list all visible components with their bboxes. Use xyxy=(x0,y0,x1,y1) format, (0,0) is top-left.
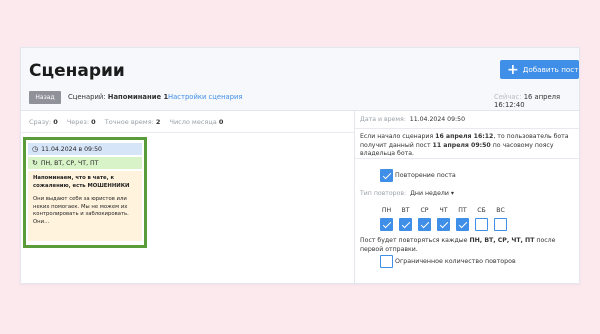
day-checkbox-thu[interactable] xyxy=(437,218,450,231)
stat-after: Через: 0 xyxy=(66,118,96,126)
limit-repeats-checkbox[interactable] xyxy=(380,255,393,268)
scenario-name: Напоминание 1 xyxy=(107,93,169,101)
repeat-icon: ↻ xyxy=(32,159,38,167)
repeat-post-checkbox[interactable] xyxy=(380,169,393,182)
scenario-label: Сценарий: xyxy=(68,93,106,101)
limit-repeats-label: Ограниченное количество повторов xyxy=(395,258,516,265)
chevron-down-icon: ▾ xyxy=(450,190,454,197)
details-date: Дата и время: 11.04.2024 09:50 xyxy=(360,116,466,123)
add-post-label: Добавить пост xyxy=(522,65,579,74)
day-label-sun: ВС xyxy=(496,207,505,214)
plus-icon: + xyxy=(507,61,519,78)
scenarios-card: Сценарии + Добавить пост Назад Сценарий:… xyxy=(20,47,580,285)
stat-exact-time: Точное время: 2 xyxy=(104,118,161,126)
post-preview: Напоминаем, что в чате, к сожалению, ест… xyxy=(28,171,142,241)
stat-immediate: Сразу: 0 xyxy=(29,118,58,126)
day-checkbox-mon[interactable] xyxy=(380,218,393,231)
details-divider-2 xyxy=(355,158,579,159)
page-title: Сценарии xyxy=(29,61,125,81)
day-checkbox-fri[interactable] xyxy=(456,218,469,231)
day-label-tue: ВТ xyxy=(401,207,410,214)
stats-bar: Сразу: 0 Через: 0 Точное время: 2 Число … xyxy=(29,118,223,126)
repeat-post-label: Повторение поста xyxy=(395,172,456,179)
details-info: Если начало сценария 16 апреля 16:12, то… xyxy=(360,133,569,157)
repeat-type-select[interactable]: Тип повторов: Дни недели ▾ xyxy=(360,190,454,197)
day-checkbox-wed[interactable] xyxy=(418,218,431,231)
current-time: Сейчас: 16 апреля 16:12:40 xyxy=(494,93,579,109)
post-date: ◷ 11.04.2024 в 09:50 xyxy=(28,143,142,155)
post-details-panel: Дата и время: 11.04.2024 09:50 Если нача… xyxy=(355,110,579,285)
scenario-settings-link[interactable]: Настройки сценария xyxy=(168,93,243,101)
post-bold-text: Напоминаем, что в чате, к сожалению, ест… xyxy=(33,175,130,189)
post-card[interactable]: ◷ 11.04.2024 в 09:50 ↻ ПН, ВТ, СР, ЧТ, П… xyxy=(23,137,147,248)
header: Сценарии + Добавить пост Назад Сценарий:… xyxy=(21,48,579,110)
scenario-info: Сценарий: Напоминание 1 xyxy=(68,93,168,101)
repeat-note: Пост будет повторяться каждые ПН, ВТ, СР… xyxy=(360,237,556,253)
stats-divider xyxy=(21,132,354,133)
day-checkbox-tue[interactable] xyxy=(399,218,412,231)
post-body-text: Они выдают себя за юристов или неких пом… xyxy=(33,196,129,225)
now-label: Сейчас: xyxy=(494,93,522,101)
clock-icon: ◷ xyxy=(32,145,39,153)
back-button[interactable]: Назад xyxy=(29,91,61,104)
day-label-fri: ПТ xyxy=(458,207,467,214)
add-post-button[interactable]: + Добавить пост xyxy=(500,60,579,79)
day-checkbox-sun[interactable] xyxy=(494,218,507,231)
day-label-mon: ПН xyxy=(381,207,392,214)
details-divider-1 xyxy=(355,128,579,129)
post-repeat-days: ↻ ПН, ВТ, СР, ЧТ, ПТ xyxy=(28,157,142,169)
day-label-thu: ЧТ xyxy=(439,207,448,214)
stat-day-of-month: Число месяца 0 xyxy=(169,118,224,126)
day-label-sat: СБ xyxy=(477,207,486,214)
day-label-wed: СР xyxy=(420,207,429,214)
day-checkbox-sat[interactable] xyxy=(475,218,488,231)
